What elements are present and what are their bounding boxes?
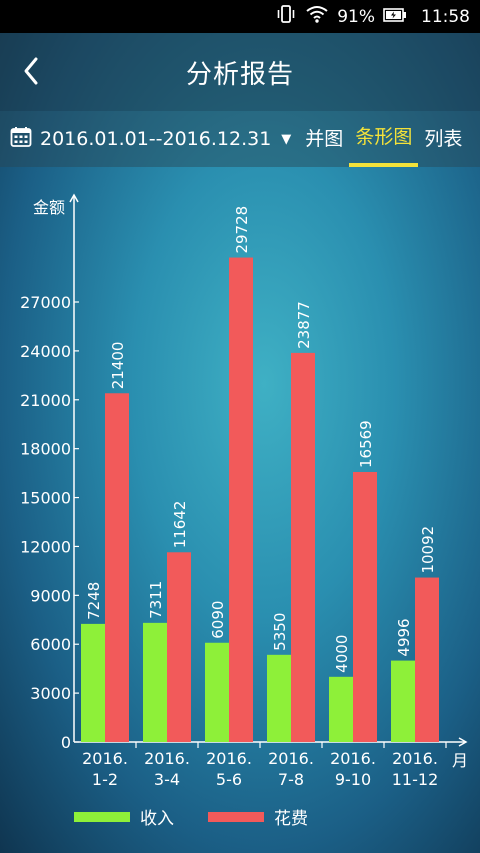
bar-income: [81, 623, 105, 742]
dropdown-triangle-icon: ▼: [281, 131, 292, 147]
back-icon: [24, 57, 38, 85]
bar-value-label: 23877: [295, 301, 313, 349]
bar-value-label: 4000: [333, 635, 351, 673]
status-bar: 91% 11:58: [0, 0, 480, 33]
bar-value-label: 7311: [147, 581, 165, 619]
x-tick-label: 2016.: [330, 749, 376, 768]
legend-label-income: 收入: [140, 809, 174, 829]
bar-expense: [229, 257, 253, 742]
tab-bar-chart[interactable]: 条形图: [349, 111, 419, 167]
x-tick-label: 11-12: [392, 770, 439, 789]
clock: 11:58: [421, 6, 470, 27]
y-tick-label: 9000: [30, 586, 71, 605]
bar-income: [267, 654, 291, 742]
bar-expense: [105, 393, 129, 742]
y-tick-label: 18000: [20, 440, 71, 459]
bar-value-label: 10092: [419, 526, 437, 574]
bar-value-label: 21400: [109, 342, 127, 390]
bar-expense: [415, 577, 439, 742]
x-tick-label: 2016.: [82, 749, 128, 768]
back-button[interactable]: [14, 49, 54, 93]
bar-expense: [353, 471, 377, 742]
bar-chart: 金额月 0 3000 6000 9000 12000 15000 18000 21000 2400…: [20, 193, 468, 789]
x-tick-label: 2016.: [144, 749, 190, 768]
x-axis-label: 月: [452, 751, 468, 770]
wifi-icon: [305, 4, 329, 29]
bar-expense: [291, 352, 315, 742]
y-tick-label: 15000: [20, 489, 71, 508]
x-tick-label: 9-10: [335, 770, 371, 789]
bar-value-label: 11642: [171, 501, 189, 549]
date-range-picker[interactable]: 2016.01.01--2016.12.31 ▼: [10, 126, 291, 153]
legend-swatch-income: [74, 811, 130, 822]
bar-income: [329, 676, 353, 742]
bar-value-label: 7248: [85, 582, 103, 620]
x-tick-label: 3-4: [154, 770, 180, 789]
x-tick-label: 7-8: [278, 770, 304, 789]
y-tick-label: 27000: [20, 293, 71, 312]
x-tick-label: 2016.: [392, 749, 438, 768]
toolbar: 2016.01.01--2016.12.31 ▼ 并图 条形图 列表: [0, 111, 480, 167]
tab-list[interactable]: 列表: [418, 111, 468, 167]
tab-pie-chart[interactable]: 并图: [299, 111, 349, 167]
bar-income: [205, 642, 229, 742]
y-tick-label: 21000: [20, 391, 71, 410]
battery-icon: [383, 7, 407, 27]
calendar-icon: [10, 126, 32, 153]
y-tick-label: 0: [61, 733, 71, 752]
x-tick-label: 5-6: [216, 770, 242, 789]
x-tick-label: 1-2: [92, 770, 118, 789]
y-axis-label: 金额: [33, 198, 65, 217]
legend-label-expense: 花费: [274, 809, 308, 829]
x-tick-label: 2016.: [206, 749, 252, 768]
bar-value-label: 16569: [357, 420, 375, 468]
bar-value-label: 6090: [209, 601, 227, 639]
chart-legend: 收入 花费: [74, 804, 308, 829]
battery-percent: 91%: [337, 6, 375, 27]
y-tick-label: 3000: [30, 684, 71, 703]
y-tick-label: 6000: [30, 635, 71, 654]
y-tick-label: 12000: [20, 537, 71, 556]
bar-value-label: 29728: [233, 206, 251, 254]
page-title: 分析报告: [185, 59, 294, 90]
bar-value-label: 4996: [395, 618, 413, 656]
x-tick-label: 2016.: [268, 749, 314, 768]
bar-income: [143, 622, 167, 742]
y-tick-label: 24000: [20, 342, 71, 361]
vibrate-icon: [275, 4, 297, 29]
date-range-text: 2016.01.01--2016.12.31: [40, 128, 272, 150]
bar-expense: [167, 552, 191, 742]
bar-income: [391, 660, 415, 742]
legend-swatch-expense: [208, 811, 264, 822]
bar-value-label: 5350: [271, 613, 289, 651]
app-bar: 分析报告: [0, 33, 480, 111]
